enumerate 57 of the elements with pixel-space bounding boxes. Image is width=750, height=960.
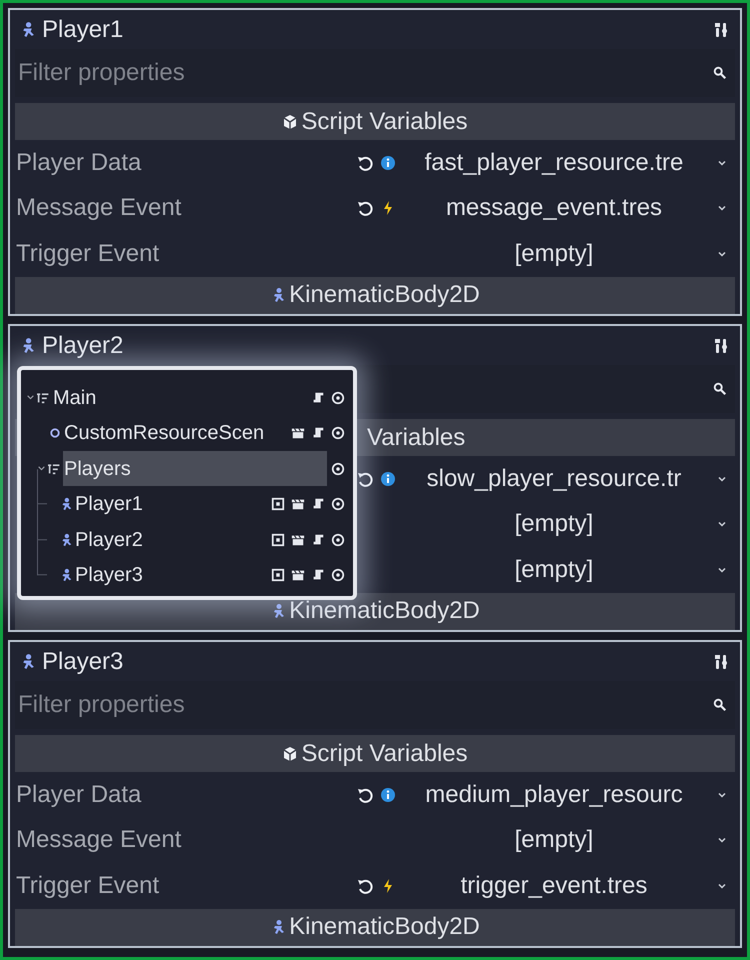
tree-line bbox=[37, 468, 47, 504]
node-icon bbox=[37, 391, 50, 404]
revert-button[interactable] bbox=[357, 787, 373, 804]
tree-item[interactable]: Main bbox=[52, 380, 307, 416]
node-title: Player2 bbox=[42, 330, 124, 361]
property-label: Trigger Event bbox=[16, 872, 160, 899]
revert-icon bbox=[357, 200, 373, 216]
tree-item[interactable]: Player2 bbox=[74, 522, 267, 558]
search-icon bbox=[713, 382, 727, 396]
resource-dropdown[interactable]: [empty] bbox=[399, 234, 735, 274]
resource-dropdown[interactable]: trigger_event.tres bbox=[399, 866, 735, 906]
resource-dropdown[interactable]: slow_player_resource.tr bbox=[399, 459, 735, 500]
tools-icon bbox=[713, 654, 729, 670]
node-title: Player3 bbox=[42, 646, 124, 677]
class-header[interactable]: KinematicBody2D bbox=[15, 592, 735, 630]
revert-button[interactable] bbox=[357, 878, 373, 894]
info-icon bbox=[380, 155, 396, 172]
filter-field[interactable]: Filter properties bbox=[15, 49, 735, 97]
revert-icon bbox=[357, 155, 373, 172]
revert-icon bbox=[357, 878, 373, 894]
section-header[interactable]: Script Variables bbox=[15, 734, 735, 772]
resource-dropdown[interactable]: [empty] bbox=[399, 820, 735, 860]
tree-item[interactable]: Players bbox=[63, 451, 327, 486]
class-header[interactable]: KinematicBody2D bbox=[15, 276, 735, 314]
property-label: Message Event bbox=[16, 826, 182, 854]
class-header[interactable]: KinematicBody2D bbox=[15, 908, 735, 946]
node-title: Player1 bbox=[42, 14, 124, 45]
cube-icon bbox=[282, 746, 298, 762]
property-label: Player Data bbox=[16, 781, 142, 808]
section-header[interactable]: Script Variables bbox=[15, 102, 735, 140]
resource-dropdown[interactable]: message_event.tres bbox=[399, 188, 735, 228]
tools-icon bbox=[713, 338, 729, 354]
property-label: Player Data bbox=[16, 149, 142, 176]
property-label: Message Event bbox=[16, 194, 182, 222]
search-icon bbox=[713, 698, 727, 712]
tree-item[interactable]: CustomResourceScen bbox=[63, 416, 287, 451]
resource-dropdown[interactable]: medium_player_resourc bbox=[399, 775, 735, 816]
resource-dropdown[interactable]: [empty] bbox=[399, 504, 735, 544]
tools-icon bbox=[713, 22, 729, 38]
revert-button[interactable] bbox=[357, 471, 373, 488]
tree-line bbox=[37, 540, 47, 576]
resource-dropdown[interactable]: [empty] bbox=[399, 550, 735, 590]
property-label: Trigger Event bbox=[16, 240, 160, 267]
resource-dropdown[interactable]: fast_player_resource.tre bbox=[399, 143, 735, 184]
cube-icon bbox=[282, 114, 298, 130]
filter-field[interactable]: Filter properties bbox=[15, 681, 735, 729]
search-icon bbox=[713, 66, 727, 80]
tree-line bbox=[37, 504, 47, 540]
revert-icon bbox=[357, 787, 373, 804]
revert-button[interactable] bbox=[357, 155, 373, 172]
node-icon bbox=[48, 462, 61, 476]
circle-icon bbox=[48, 427, 60, 440]
tree-item[interactable]: Player1 bbox=[74, 486, 267, 522]
info-icon bbox=[380, 471, 396, 488]
revert-button[interactable] bbox=[357, 200, 373, 216]
tree-item[interactable]: Player3 bbox=[74, 558, 267, 593]
info-icon bbox=[380, 787, 396, 804]
